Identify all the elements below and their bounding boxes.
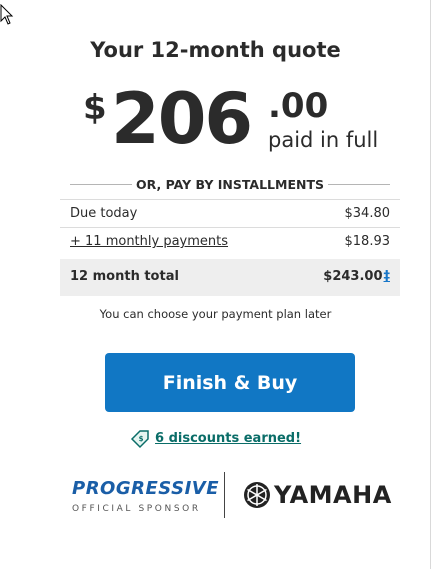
discount-tag-icon: $ — [130, 429, 149, 448]
installments-table: Due today $34.80 + 11 monthly payments $… — [60, 199, 400, 296]
sponsor-separator — [224, 472, 225, 518]
divider-line-right — [328, 184, 390, 185]
yamaha-logo: YAMAHA — [274, 481, 392, 509]
discounts-earned-link[interactable]: 6 discounts earned! — [155, 431, 301, 446]
yamaha-tuning-fork-icon — [244, 482, 270, 508]
due-today-label: Due today — [70, 206, 138, 221]
discounts-earned[interactable]: $ 6 discounts earned! — [0, 428, 431, 449]
progressive-logo: PROGRESSIVE — [72, 478, 219, 499]
svg-text:$: $ — [139, 435, 144, 443]
monthly-payments-link[interactable]: + 11 monthly payments — [70, 234, 228, 249]
total-value-wrap: $243.00‡ — [323, 269, 390, 284]
total-label: 12 month total — [70, 269, 179, 284]
total-value: $243.00 — [323, 269, 383, 284]
monthly-payments-row: + 11 monthly payments $18.93 — [60, 227, 400, 255]
price-cents: .00 — [268, 86, 329, 126]
sponsor-logos: PROGRESSIVE OFFICIAL SPONSOR YAMAHA — [60, 472, 400, 522]
installments-divider: OR, PAY BY INSTALLMENTS — [70, 176, 390, 194]
total-footnote-link[interactable]: ‡ — [384, 269, 391, 284]
price-whole: 206 — [111, 78, 253, 160]
quote-title: Your 12-month quote — [90, 38, 341, 62]
monthly-payments-value: $18.93 — [344, 234, 391, 249]
payment-plan-note: You can choose your payment plan later — [99, 307, 332, 321]
paid-in-full-label: paid in full — [268, 128, 379, 152]
price-display: $ 206 .00 paid in full — [0, 80, 431, 160]
finish-and-buy-button[interactable]: Finish & Buy — [105, 353, 355, 412]
mouse-pointer-icon — [0, 4, 14, 25]
due-today-row: Due today $34.80 — [60, 199, 400, 227]
official-sponsor-label: OFFICIAL SPONSOR — [72, 504, 201, 514]
total-row: 12 month total $243.00‡ — [60, 259, 400, 296]
price-currency: $ — [83, 88, 107, 128]
due-today-value: $34.80 — [344, 206, 391, 221]
